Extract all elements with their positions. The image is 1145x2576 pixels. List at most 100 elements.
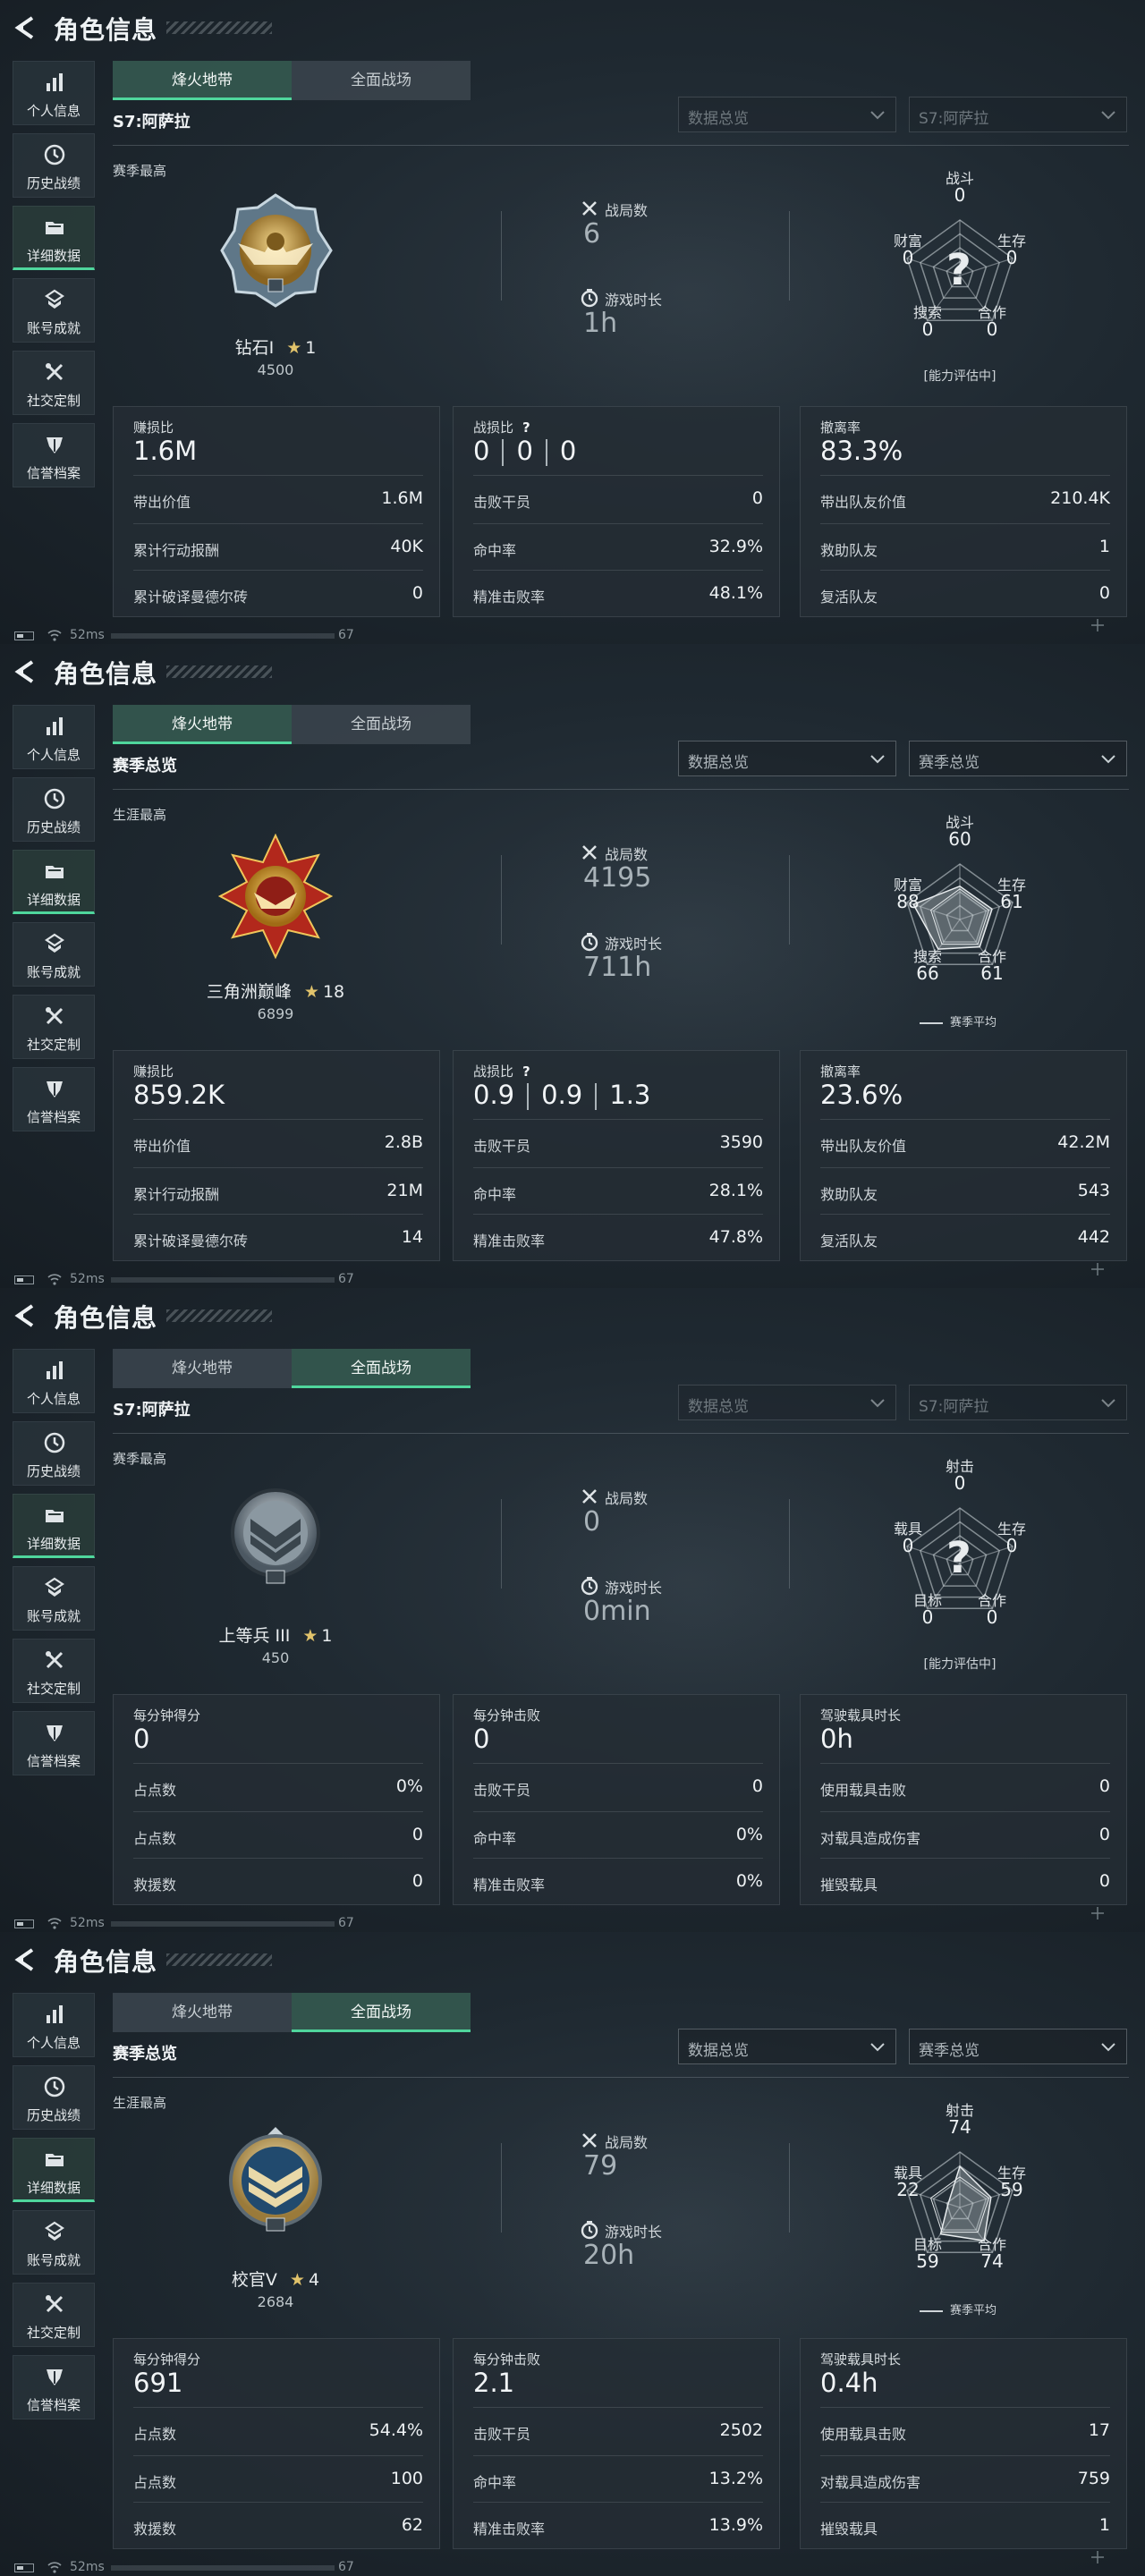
- sidebar-item-1[interactable]: 个人信息: [13, 705, 95, 769]
- season-dropdown[interactable]: S7:阿萨拉: [909, 97, 1127, 132]
- sidebar-item-6[interactable]: 信誉档案: [13, 2355, 95, 2419]
- sidebar-item-5[interactable]: 社交定制: [13, 351, 95, 415]
- sidebar-item-4[interactable]: 账号成就: [13, 2210, 95, 2275]
- stat-card-3: 驾驶载具时长 0h 使用载具击败 0 对载具造成伤害 0 摧毁载具 0: [800, 1694, 1127, 1905]
- sidebar-item-label: 个人信息: [26, 2035, 81, 2051]
- stat-row: 击败干员 3590: [473, 1119, 763, 1166]
- panel-4: 角色信息 个人信息 历史战绩 详细数据 账号成就 社交定制 信誉档案 烽火地带 全面战场 赛季总览…: [0, 1932, 1145, 2576]
- card-title: 每分钟得分: [133, 2350, 200, 2368]
- stat-row: 命中率 13.2%: [473, 2455, 763, 2503]
- rank-row: 上等兵 III ★ 1: [179, 1623, 372, 1647]
- back-arrow-icon[interactable]: [13, 1946, 39, 1973]
- sidebar-item-6[interactable]: 信誉档案: [13, 1711, 95, 1775]
- card-title-text: 赚损比: [133, 1063, 174, 1080]
- sidebar-item-4[interactable]: 账号成就: [13, 922, 95, 987]
- masked-info: [111, 1277, 335, 1283]
- stat-row-value: 2502: [719, 2420, 763, 2440]
- clock-icon: [43, 1431, 66, 1454]
- stat-card-1: 每分钟得分 691 占点数 54.4% 占点数 100 救援数 62: [113, 2338, 440, 2549]
- screenshot-stack: 角色信息 个人信息 历史战绩 详细数据 账号成就 社交定制 信誉档案 烽火地带 全面战场 S7:阿…: [0, 0, 1145, 2576]
- stat-row-label: 摧毁载具: [820, 2521, 878, 2538]
- stat-row: 命中率 32.9%: [473, 523, 763, 571]
- sidebar-item-5[interactable]: 社交定制: [13, 995, 95, 1059]
- sidebar-item-2[interactable]: 历史战绩: [13, 2065, 95, 2130]
- ability-radar: 射击 74 生存 59 合作 74 目标 59 载具 22 赛季平均: [868, 2098, 1073, 2318]
- data-type-dropdown[interactable]: 数据总览: [678, 2029, 896, 2064]
- sidebar-item-label: 历史战绩: [26, 819, 81, 835]
- card-title: 战损比?: [473, 418, 530, 436]
- season-dropdown[interactable]: 赛季总览: [909, 2029, 1127, 2064]
- divider-vertical: [501, 2143, 502, 2233]
- stat-row-value: 0: [1098, 1776, 1110, 1796]
- sidebar-item-1[interactable]: 个人信息: [13, 1993, 95, 2057]
- card-main-value: 1.6M: [133, 436, 198, 466]
- ping-value: 52ms: [70, 628, 105, 642]
- sidebar-item-3[interactable]: 详细数据: [13, 850, 95, 914]
- sidebar-item-5[interactable]: 社交定制: [13, 2283, 95, 2347]
- season-dropdown[interactable]: 赛季总览: [909, 741, 1127, 776]
- stat-row-value: 0%: [735, 1825, 763, 1844]
- sidebar-item-2[interactable]: 历史战绩: [13, 1421, 95, 1486]
- stat-row-value: 13.2%: [708, 2469, 763, 2488]
- stat-row-label: 带出价值: [133, 494, 191, 511]
- kd-ratio-triple: 000: [473, 436, 576, 466]
- tab-mode-2[interactable]: 全面战场: [292, 1349, 471, 1388]
- tab-mode-1[interactable]: 烽火地带: [113, 1349, 292, 1388]
- help-icon[interactable]: ?: [522, 1063, 530, 1080]
- wifi-icon: [47, 628, 63, 642]
- stat-card-3: 撤离率 23.6% 带出队友价值 42.2M 救助队友 543 复活队友 442: [800, 1050, 1127, 1261]
- playtime-value: 20h: [583, 2240, 635, 2271]
- sidebar-item-3[interactable]: 详细数据: [13, 2138, 95, 2202]
- back-arrow-icon[interactable]: [13, 1302, 39, 1329]
- kd-ratio-value: 0: [516, 436, 533, 466]
- sidebar-item-2[interactable]: 历史战绩: [13, 133, 95, 198]
- sidebar-item-2[interactable]: 历史战绩: [13, 777, 95, 842]
- sidebar-item-5[interactable]: 社交定制: [13, 1639, 95, 1703]
- chevron-down-icon: [1099, 1394, 1117, 1412]
- data-type-dropdown[interactable]: 数据总览: [678, 97, 896, 132]
- sidebar-item-3[interactable]: 详细数据: [13, 1494, 95, 1558]
- sidebar-item-6[interactable]: 信誉档案: [13, 1067, 95, 1131]
- tab-mode-2[interactable]: 全面战场: [292, 61, 471, 100]
- tab-mode-1[interactable]: 烽火地带: [113, 61, 292, 100]
- sidebar-item-4[interactable]: 账号成就: [13, 278, 95, 343]
- kd-ratio-value: 0.9: [541, 1080, 583, 1110]
- data-type-dropdown[interactable]: 数据总览: [678, 1385, 896, 1420]
- stat-row-label: 救助队友: [820, 542, 878, 559]
- card-title-text: 战损比: [473, 419, 514, 436]
- sidebar-item-4[interactable]: 账号成就: [13, 1566, 95, 1631]
- stat-row-value: 54.4%: [369, 2420, 423, 2440]
- stat-row-value: 543: [1077, 1181, 1110, 1200]
- radar-axis-value: 74: [948, 2116, 971, 2138]
- help-icon[interactable]: ?: [522, 419, 530, 436]
- back-arrow-icon[interactable]: [13, 14, 39, 41]
- sidebar-item-6[interactable]: 信誉档案: [13, 423, 95, 487]
- sidebar-item-3[interactable]: 详细数据: [13, 206, 95, 270]
- stat-row: 使用载具击败 0: [820, 1763, 1110, 1810]
- tab-mode-1[interactable]: 烽火地带: [113, 705, 292, 744]
- season-dropdown[interactable]: S7:阿萨拉: [909, 1385, 1127, 1420]
- data-type-dropdown[interactable]: 数据总览: [678, 741, 896, 776]
- radar-axis-value: 0: [921, 318, 934, 340]
- stat-row-value: 0: [1098, 1871, 1110, 1891]
- card-title: 撤离率: [820, 1062, 861, 1080]
- tab-mode-2[interactable]: 全面战场: [292, 1993, 471, 2032]
- stat-row-value: 0: [411, 583, 423, 603]
- stat-row: 累计破译曼德尔砖 0: [133, 570, 423, 617]
- sidebar-item-label: 信誉档案: [26, 1753, 81, 1769]
- back-arrow-icon[interactable]: [13, 658, 39, 685]
- tab-mode-2[interactable]: 全面战场: [292, 705, 471, 744]
- sidebar-item-1[interactable]: 个人信息: [13, 1349, 95, 1413]
- sidebar-item-label: 个人信息: [26, 1391, 81, 1407]
- sidebar-item-1[interactable]: 个人信息: [13, 61, 95, 125]
- card-main-value: 859.2K: [133, 1080, 225, 1110]
- wifi-icon: [47, 1916, 63, 1930]
- triangle-peak-red-badge: [217, 833, 334, 960]
- tab-mode-1[interactable]: 烽火地带: [113, 1993, 292, 2032]
- card-main-value: 83.3%: [820, 436, 903, 466]
- shield-icon: [43, 2365, 66, 2388]
- divider-vertical: [502, 439, 505, 466]
- stat-row: 使用载具击败 17: [820, 2407, 1110, 2454]
- stat-row-value: 21M: [386, 1181, 423, 1200]
- card-title-text: 撤离率: [820, 419, 861, 436]
